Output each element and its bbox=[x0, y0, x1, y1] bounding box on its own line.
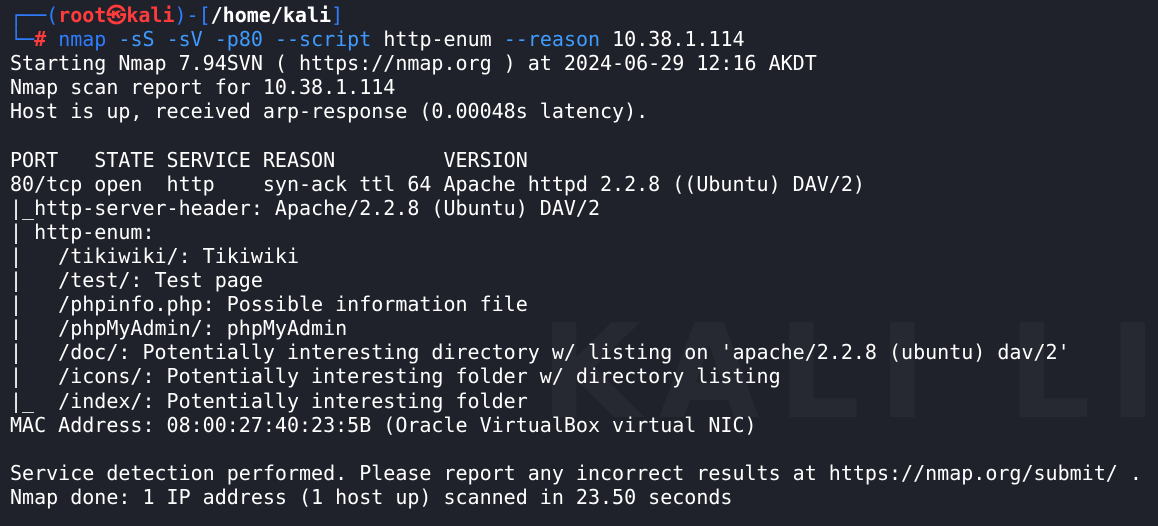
prompt-at-icon: ㉿ bbox=[106, 3, 127, 27]
output-line: | /test/: Test page bbox=[10, 268, 263, 293]
output-line: 80/tcp open http syn-ack ttl 64 Apache h… bbox=[10, 171, 865, 196]
output-line: Starting Nmap 7.94SVN ( https://nmap.org… bbox=[10, 51, 817, 76]
prompt-hash: # bbox=[34, 27, 47, 52]
prompt-cwd: /home/kali bbox=[210, 3, 332, 27]
command-line[interactable]: └─# nmap -sS -sV -p80 --script http-enum… bbox=[10, 27, 1158, 51]
command-target: 10.38.1.114 bbox=[612, 27, 745, 52]
output-line: |_http-server-header: Apache/2.2.8 (Ubun… bbox=[10, 195, 601, 220]
command-script-name: http-enum bbox=[383, 27, 492, 52]
prompt-mid-bracket: )-[ bbox=[174, 3, 211, 27]
output-line: Host is up, received arp-response (0.000… bbox=[10, 99, 649, 124]
output-line: | /doc/: Potentially interesting directo… bbox=[10, 340, 1070, 365]
output-line: |_ /index/: Potentially interesting fold… bbox=[10, 388, 528, 413]
terminal-window[interactable]: KALI LINUX ┌──(root㉿kali)-[/home/kali] └… bbox=[0, 0, 1158, 526]
output-line: | /phpinfo.php: Possible information fil… bbox=[10, 292, 528, 317]
prompt-close-bracket: ] bbox=[331, 3, 344, 27]
prompt-line-top: ┌──(root㉿kali)-[/home/kali] bbox=[10, 3, 1158, 27]
output-line: | /icons/: Potentially interesting folde… bbox=[10, 364, 781, 389]
output-line: | /tikiwiki/: Tikiwiki bbox=[10, 243, 299, 268]
output-line: Nmap done: 1 IP address (1 host up) scan… bbox=[10, 484, 733, 509]
output-line: Service detection performed. Please repo… bbox=[10, 460, 1142, 485]
prompt-host: kali bbox=[126, 3, 175, 27]
command-args: -sS -sV -p80 --script bbox=[118, 27, 372, 52]
command-program: nmap bbox=[58, 27, 107, 52]
output-line: Nmap scan report for 10.38.1.114 bbox=[10, 75, 396, 100]
output-line: | http-enum: bbox=[10, 219, 167, 244]
prompt-user: root bbox=[58, 3, 107, 27]
output-line: MAC Address: 08:00:27:40:23:5B (Oracle V… bbox=[10, 412, 757, 437]
prompt-bottom-bracket: └─ bbox=[10, 27, 35, 52]
command-flag: --reason bbox=[503, 27, 601, 52]
output-line: | /phpMyAdmin/: phpMyAdmin bbox=[10, 316, 348, 341]
prompt-open-bracket: ┌──( bbox=[10, 3, 59, 27]
output-line: PORT STATE SERVICE REASON VERSION bbox=[10, 147, 528, 172]
